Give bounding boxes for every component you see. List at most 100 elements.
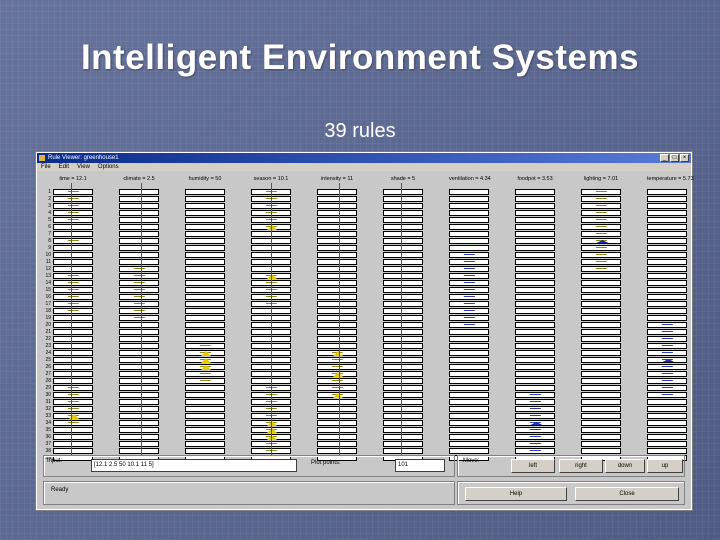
rule-cell bbox=[53, 301, 93, 307]
rule-cell bbox=[119, 413, 159, 419]
rule-cell bbox=[53, 217, 93, 223]
rule-cell bbox=[317, 441, 357, 447]
rule-cell bbox=[383, 203, 423, 209]
rule-cell bbox=[449, 301, 489, 307]
rule-cell bbox=[185, 224, 225, 230]
membership-fill bbox=[201, 358, 212, 363]
rule-number: 38 bbox=[45, 448, 51, 454]
membership-curve bbox=[462, 282, 476, 286]
rule-cell bbox=[317, 392, 357, 398]
output-column: lighting = 7.01 bbox=[581, 175, 621, 461]
rule-cell bbox=[185, 357, 225, 363]
slide-subtitle: 39 rules bbox=[324, 120, 396, 142]
membership-curve bbox=[66, 212, 80, 216]
membership-curve bbox=[66, 282, 80, 286]
rule-cell bbox=[383, 245, 423, 251]
menu-view[interactable]: View bbox=[77, 163, 90, 171]
rule-cell bbox=[581, 427, 621, 433]
input-indicator-line[interactable] bbox=[401, 183, 402, 455]
rule-cell bbox=[581, 294, 621, 300]
rule-cell bbox=[317, 196, 357, 202]
plot-points-field[interactable]: 101 bbox=[395, 459, 445, 472]
move-left-button[interactable]: left bbox=[511, 459, 555, 473]
minimize-button[interactable]: _ bbox=[660, 154, 669, 162]
rule-cell bbox=[53, 357, 93, 363]
rule-cell bbox=[383, 357, 423, 363]
rule-number: 12 bbox=[45, 266, 51, 272]
input-indicator-line[interactable] bbox=[141, 183, 142, 455]
rule-cell bbox=[119, 448, 159, 454]
menu-options[interactable]: Options bbox=[98, 163, 119, 171]
rule-cell bbox=[581, 315, 621, 321]
membership-curve bbox=[660, 324, 674, 328]
rule-cell bbox=[581, 329, 621, 335]
rule-cell bbox=[449, 350, 489, 356]
rule-cell bbox=[581, 273, 621, 279]
rule-cell bbox=[185, 301, 225, 307]
rule-number: 16 bbox=[45, 294, 51, 300]
rule-cell bbox=[53, 413, 93, 419]
rule-cell bbox=[119, 189, 159, 195]
rule-cell bbox=[581, 308, 621, 314]
rule-cell bbox=[647, 301, 687, 307]
rule-cell bbox=[119, 322, 159, 328]
menu-file[interactable]: File bbox=[41, 163, 51, 171]
rule-cell bbox=[53, 378, 93, 384]
rule-cell bbox=[317, 322, 357, 328]
rule-cell bbox=[449, 238, 489, 244]
rule-cell bbox=[185, 189, 225, 195]
rule-cell bbox=[119, 294, 159, 300]
rule-cell bbox=[53, 427, 93, 433]
rule-cell bbox=[119, 259, 159, 265]
rule-cell bbox=[383, 399, 423, 405]
window-title: Rule Viewer: greenhouse1 bbox=[48, 155, 119, 161]
rule-cell bbox=[53, 315, 93, 321]
membership-curve bbox=[528, 436, 542, 440]
rule-cell bbox=[185, 238, 225, 244]
rule-cell bbox=[185, 434, 225, 440]
move-up-button[interactable]: up bbox=[647, 459, 683, 473]
rule-cell bbox=[119, 343, 159, 349]
rule-cell bbox=[317, 189, 357, 195]
rule-cell bbox=[383, 350, 423, 356]
menu-edit[interactable]: Edit bbox=[59, 163, 69, 171]
rule-cell bbox=[647, 238, 687, 244]
rule-cell bbox=[383, 343, 423, 349]
input-indicator-line[interactable] bbox=[339, 183, 340, 455]
app-icon bbox=[39, 155, 45, 161]
membership-curve bbox=[132, 282, 146, 286]
move-down-button[interactable]: down bbox=[605, 459, 645, 473]
maximize-button[interactable]: □ bbox=[670, 154, 679, 162]
rule-cell bbox=[449, 343, 489, 349]
column-label: shade = 5 bbox=[390, 176, 416, 182]
input-indicator-line[interactable] bbox=[71, 183, 72, 455]
input-indicator-line[interactable] bbox=[271, 183, 272, 455]
rule-cell bbox=[449, 224, 489, 230]
rule-cell bbox=[647, 189, 687, 195]
rule-cell bbox=[53, 392, 93, 398]
rule-number: 24 bbox=[45, 350, 51, 356]
close-button[interactable]: Close bbox=[575, 487, 679, 501]
rule-cell bbox=[449, 252, 489, 258]
rule-number: 13 bbox=[45, 273, 51, 279]
rule-cell bbox=[449, 203, 489, 209]
rule-number: 36 bbox=[45, 434, 51, 440]
rule-cell bbox=[581, 189, 621, 195]
help-button[interactable]: Help bbox=[465, 487, 567, 501]
rule-number: 4 bbox=[48, 210, 51, 216]
menu-bar: File Edit View Options bbox=[37, 163, 691, 171]
rule-cell bbox=[317, 259, 357, 265]
close-window-button[interactable]: × bbox=[680, 154, 689, 162]
rule-cell bbox=[515, 287, 555, 293]
rule-cell bbox=[383, 224, 423, 230]
window-titlebar[interactable]: Rule Viewer: greenhouse1 _ □ × bbox=[37, 153, 691, 163]
move-right-button[interactable]: right bbox=[559, 459, 603, 473]
input-field[interactable]: [12.1 2.5 50 10.1 11 5] bbox=[91, 459, 297, 472]
membership-curve bbox=[594, 191, 608, 195]
rule-number: 9 bbox=[48, 245, 51, 251]
rule-number: 19 bbox=[45, 315, 51, 321]
rule-cell bbox=[383, 322, 423, 328]
input-column: intensity = 11 bbox=[317, 175, 357, 461]
rule-cell bbox=[53, 189, 93, 195]
membership-curve bbox=[330, 387, 344, 391]
